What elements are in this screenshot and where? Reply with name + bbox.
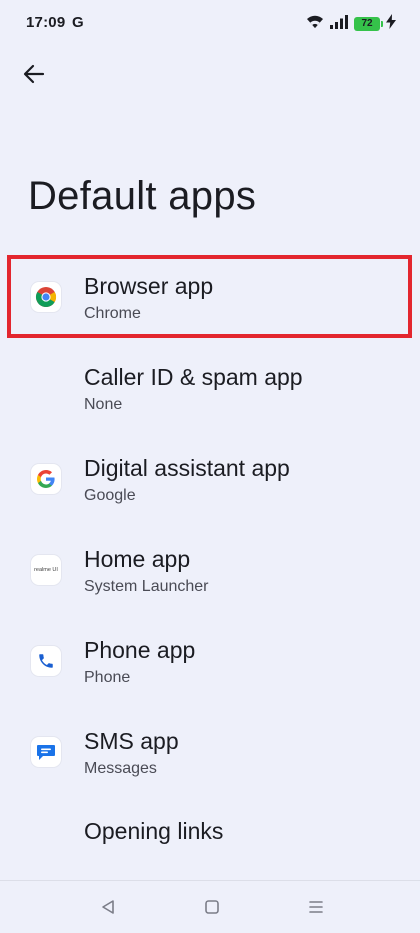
- charging-icon: [386, 14, 396, 34]
- item-title: Browser app: [84, 273, 214, 299]
- google-icon: [31, 464, 61, 494]
- status-time: 17:09: [26, 14, 66, 31]
- item-subtitle: Google: [84, 487, 136, 504]
- menu-lines-icon[interactable]: [304, 895, 328, 919]
- navigation-bar: [0, 880, 420, 933]
- sms-app-item[interactable]: SMS app Messages: [0, 707, 420, 798]
- caller-id-spam-app-item[interactable]: Caller ID & spam app None: [0, 343, 420, 434]
- home-square-icon[interactable]: [200, 895, 224, 919]
- item-title: Opening links: [84, 818, 224, 844]
- item-title: Digital assistant app: [84, 455, 290, 481]
- default-apps-list: Browser app Chrome Caller ID & spam app …: [0, 252, 420, 889]
- phone-app-item[interactable]: Phone app Phone: [0, 616, 420, 707]
- arrow-back-icon: [23, 64, 45, 89]
- home-icon-text: realme UI: [34, 567, 58, 573]
- status-bar: 17:09 G 72: [0, 0, 420, 48]
- battery-icon: 72: [354, 17, 383, 31]
- page-title: Default apps: [28, 174, 257, 218]
- item-subtitle: Phone: [84, 669, 131, 686]
- wifi-icon: [306, 15, 324, 34]
- chrome-icon: [31, 282, 61, 312]
- realme-launcher-icon: realme UI: [31, 555, 61, 585]
- item-title: SMS app: [84, 728, 179, 754]
- item-subtitle: System Launcher: [84, 578, 209, 595]
- item-title: Phone app: [84, 637, 196, 663]
- item-subtitle: Chrome: [84, 305, 141, 322]
- messages-icon: [31, 737, 61, 767]
- opening-links-item[interactable]: Opening links: [0, 798, 420, 889]
- google-status-icon: G: [72, 14, 84, 31]
- back-button[interactable]: [18, 60, 50, 92]
- status-icons: 72: [306, 14, 396, 34]
- browser-app-item[interactable]: Browser app Chrome: [0, 252, 420, 343]
- signal-icon: [330, 14, 348, 34]
- item-title: Caller ID & spam app: [84, 364, 303, 390]
- digital-assistant-app-item[interactable]: Digital assistant app Google: [0, 434, 420, 525]
- item-subtitle: Messages: [84, 760, 157, 777]
- item-title: Home app: [84, 546, 191, 572]
- back-triangle-icon[interactable]: [96, 895, 120, 919]
- phone-icon: [31, 646, 61, 676]
- home-app-item[interactable]: realme UI Home app System Launcher: [0, 525, 420, 616]
- item-subtitle: None: [84, 396, 123, 413]
